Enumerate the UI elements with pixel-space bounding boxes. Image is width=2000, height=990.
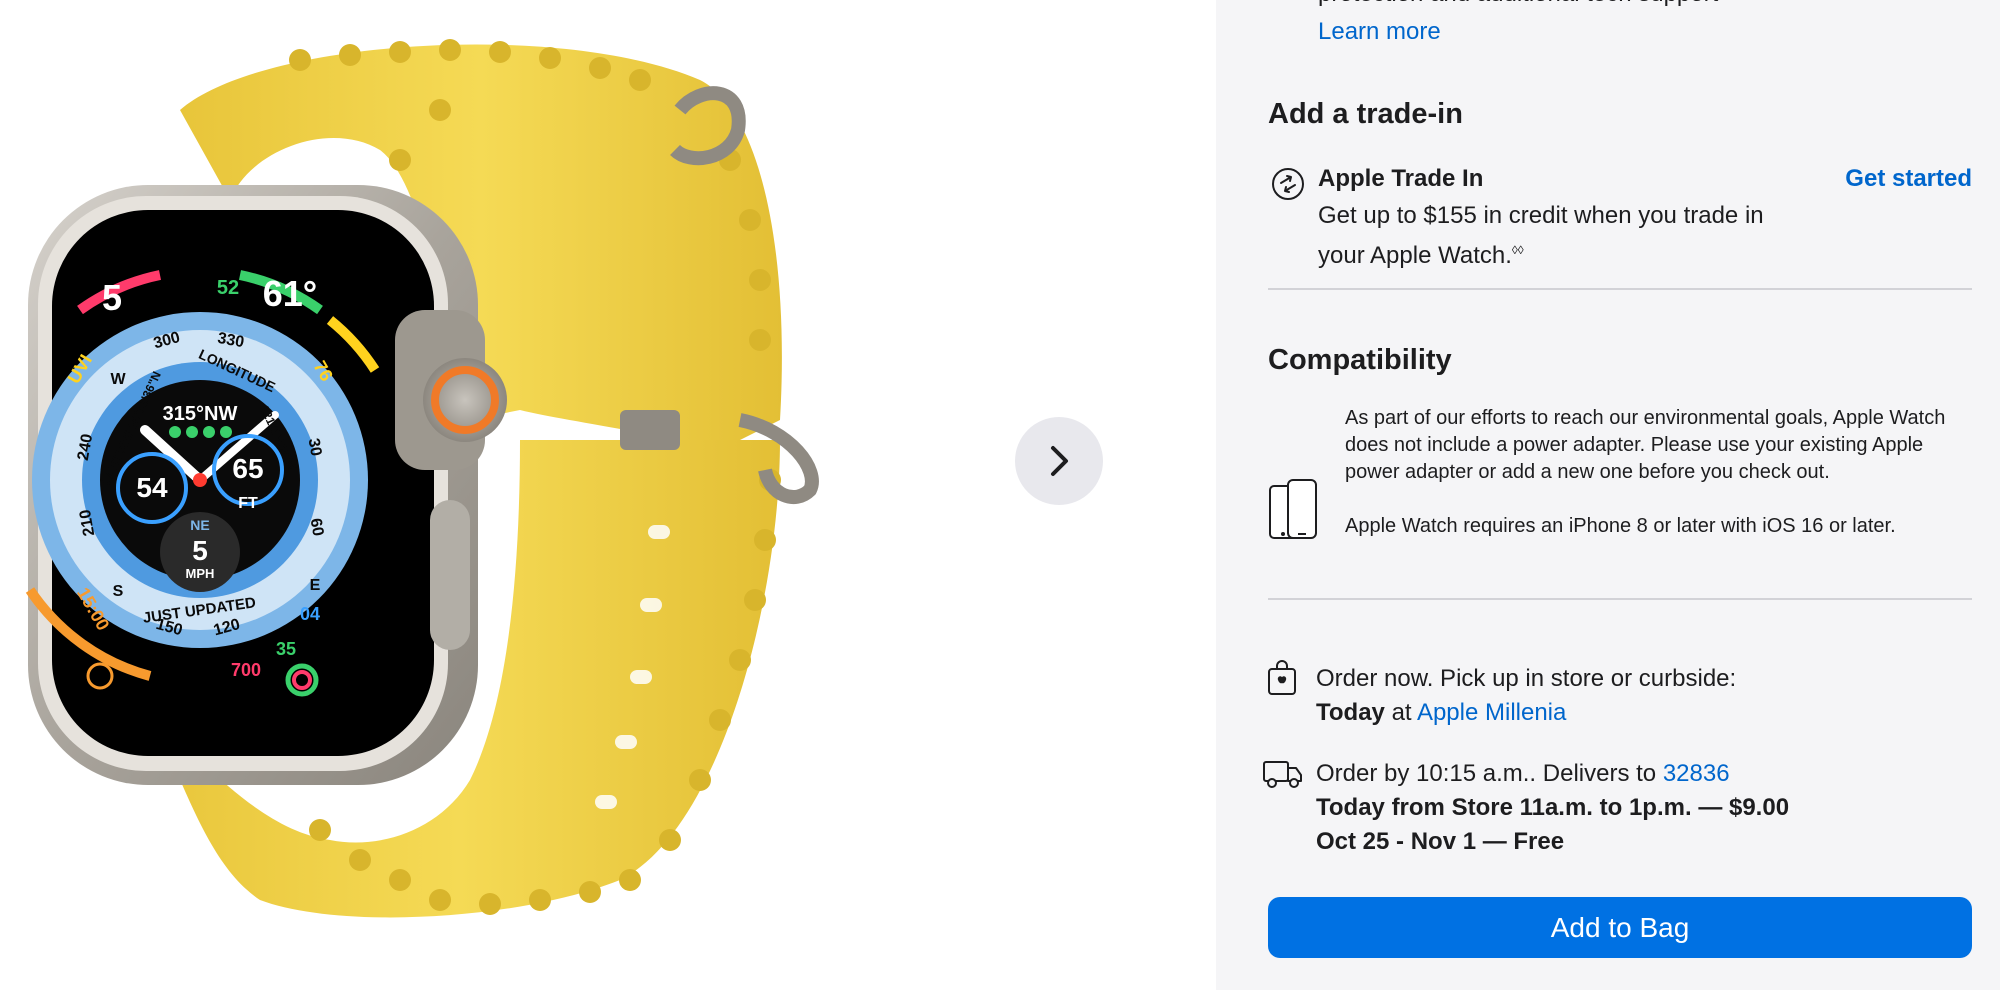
face-top-mid: 52 <box>217 277 239 299</box>
face-uvi-value: 5 <box>102 277 122 318</box>
learn-more-link[interactable]: Learn more <box>1318 18 1441 46</box>
face-ring-04: 04 <box>300 604 320 624</box>
delivery-option-store: Today from Store 11a.m. to 1p.m. — $9.00 <box>1316 794 1790 821</box>
delivery-truck-icon <box>1263 761 1302 788</box>
apple-watch-ultra-image: 5 52 61° 76 UVI 300 330 W 240 210 S 150 … <box>25 39 819 918</box>
trade-in-description: Get up to $155 in credit when you trade … <box>1318 199 1798 273</box>
product-gallery: 5 52 61° 76 UVI 300 330 W 240 210 S 150 … <box>0 0 1216 990</box>
delivery-option-free: Oct 25 - Nov 1 — Free <box>1316 828 1565 855</box>
pickup-availability: Today at Apple Millenia <box>1316 696 1566 730</box>
trade-in-description-text: Get up to $155 in credit when you trade … <box>1318 202 1764 269</box>
face-ring-35: 35 <box>276 639 296 659</box>
applecare-description-cut: protection and additional tech support <box>1318 0 1718 8</box>
face-card-e: E <box>310 577 321 594</box>
purchase-panel: protection and additional tech support L… <box>1216 0 2000 990</box>
pickup-day: Today <box>1316 699 1385 726</box>
add-to-bag-button[interactable]: Add to Bag <box>1268 897 1972 958</box>
purchase-panel-content: protection and additional tech support L… <box>1263 0 1972 990</box>
face-temp: 61° <box>263 273 317 314</box>
delivery-prefix: Order by 10:15 a.m.. Delivers to <box>1316 760 1657 787</box>
face-wind-speed: 5 <box>192 535 208 566</box>
pickup-store-link[interactable]: Apple Millenia <box>1417 699 1566 726</box>
trade-in-get-started-link[interactable]: Get started <box>1845 165 1972 193</box>
trade-in-title: Apple Trade In <box>1318 165 1484 192</box>
chevron-right-icon <box>1051 446 1068 476</box>
face-wind-unit: MPH <box>186 566 215 581</box>
iphone-icon <box>1269 479 1317 539</box>
face-right-value: 65 <box>232 453 263 484</box>
divider <box>1268 288 1972 290</box>
face-deg-60: 60 <box>307 517 327 538</box>
face-heading: 315°NW <box>163 403 238 425</box>
delivery-text: Order by 10:15 a.m.. Delivers to 32836 <box>1316 757 1730 791</box>
trade-in-footnote: ◊◊ <box>1511 243 1524 257</box>
face-right-unit: FT <box>238 495 258 512</box>
compatibility-power-adapter-text: As part of our efforts to reach our envi… <box>1345 407 1946 483</box>
shopping-bag-icon <box>1268 660 1296 695</box>
pickup-at: at <box>1391 699 1412 726</box>
trade-in-heading: Add a trade-in <box>1268 98 1463 130</box>
face-card-s: S <box>113 583 124 600</box>
face-left-value: 54 <box>136 472 168 503</box>
face-wind-dir: NE <box>190 517 209 533</box>
face-card-w: W <box>110 371 126 388</box>
trade-in-icon <box>1272 168 1304 200</box>
compatibility-heading: Compatibility <box>1268 344 1452 376</box>
face-ring-value: 700 <box>231 660 261 680</box>
compatibility-requirements-text: Apple Watch requires an iPhone 8 or late… <box>1345 515 1896 537</box>
delivery-zip-link[interactable]: 32836 <box>1663 760 1730 787</box>
face-deg-30: 30 <box>305 437 325 458</box>
divider <box>1268 598 1972 600</box>
pickup-text: Order now. Pick up in store or curbside: <box>1316 665 1737 692</box>
next-image-button[interactable] <box>1015 417 1103 505</box>
